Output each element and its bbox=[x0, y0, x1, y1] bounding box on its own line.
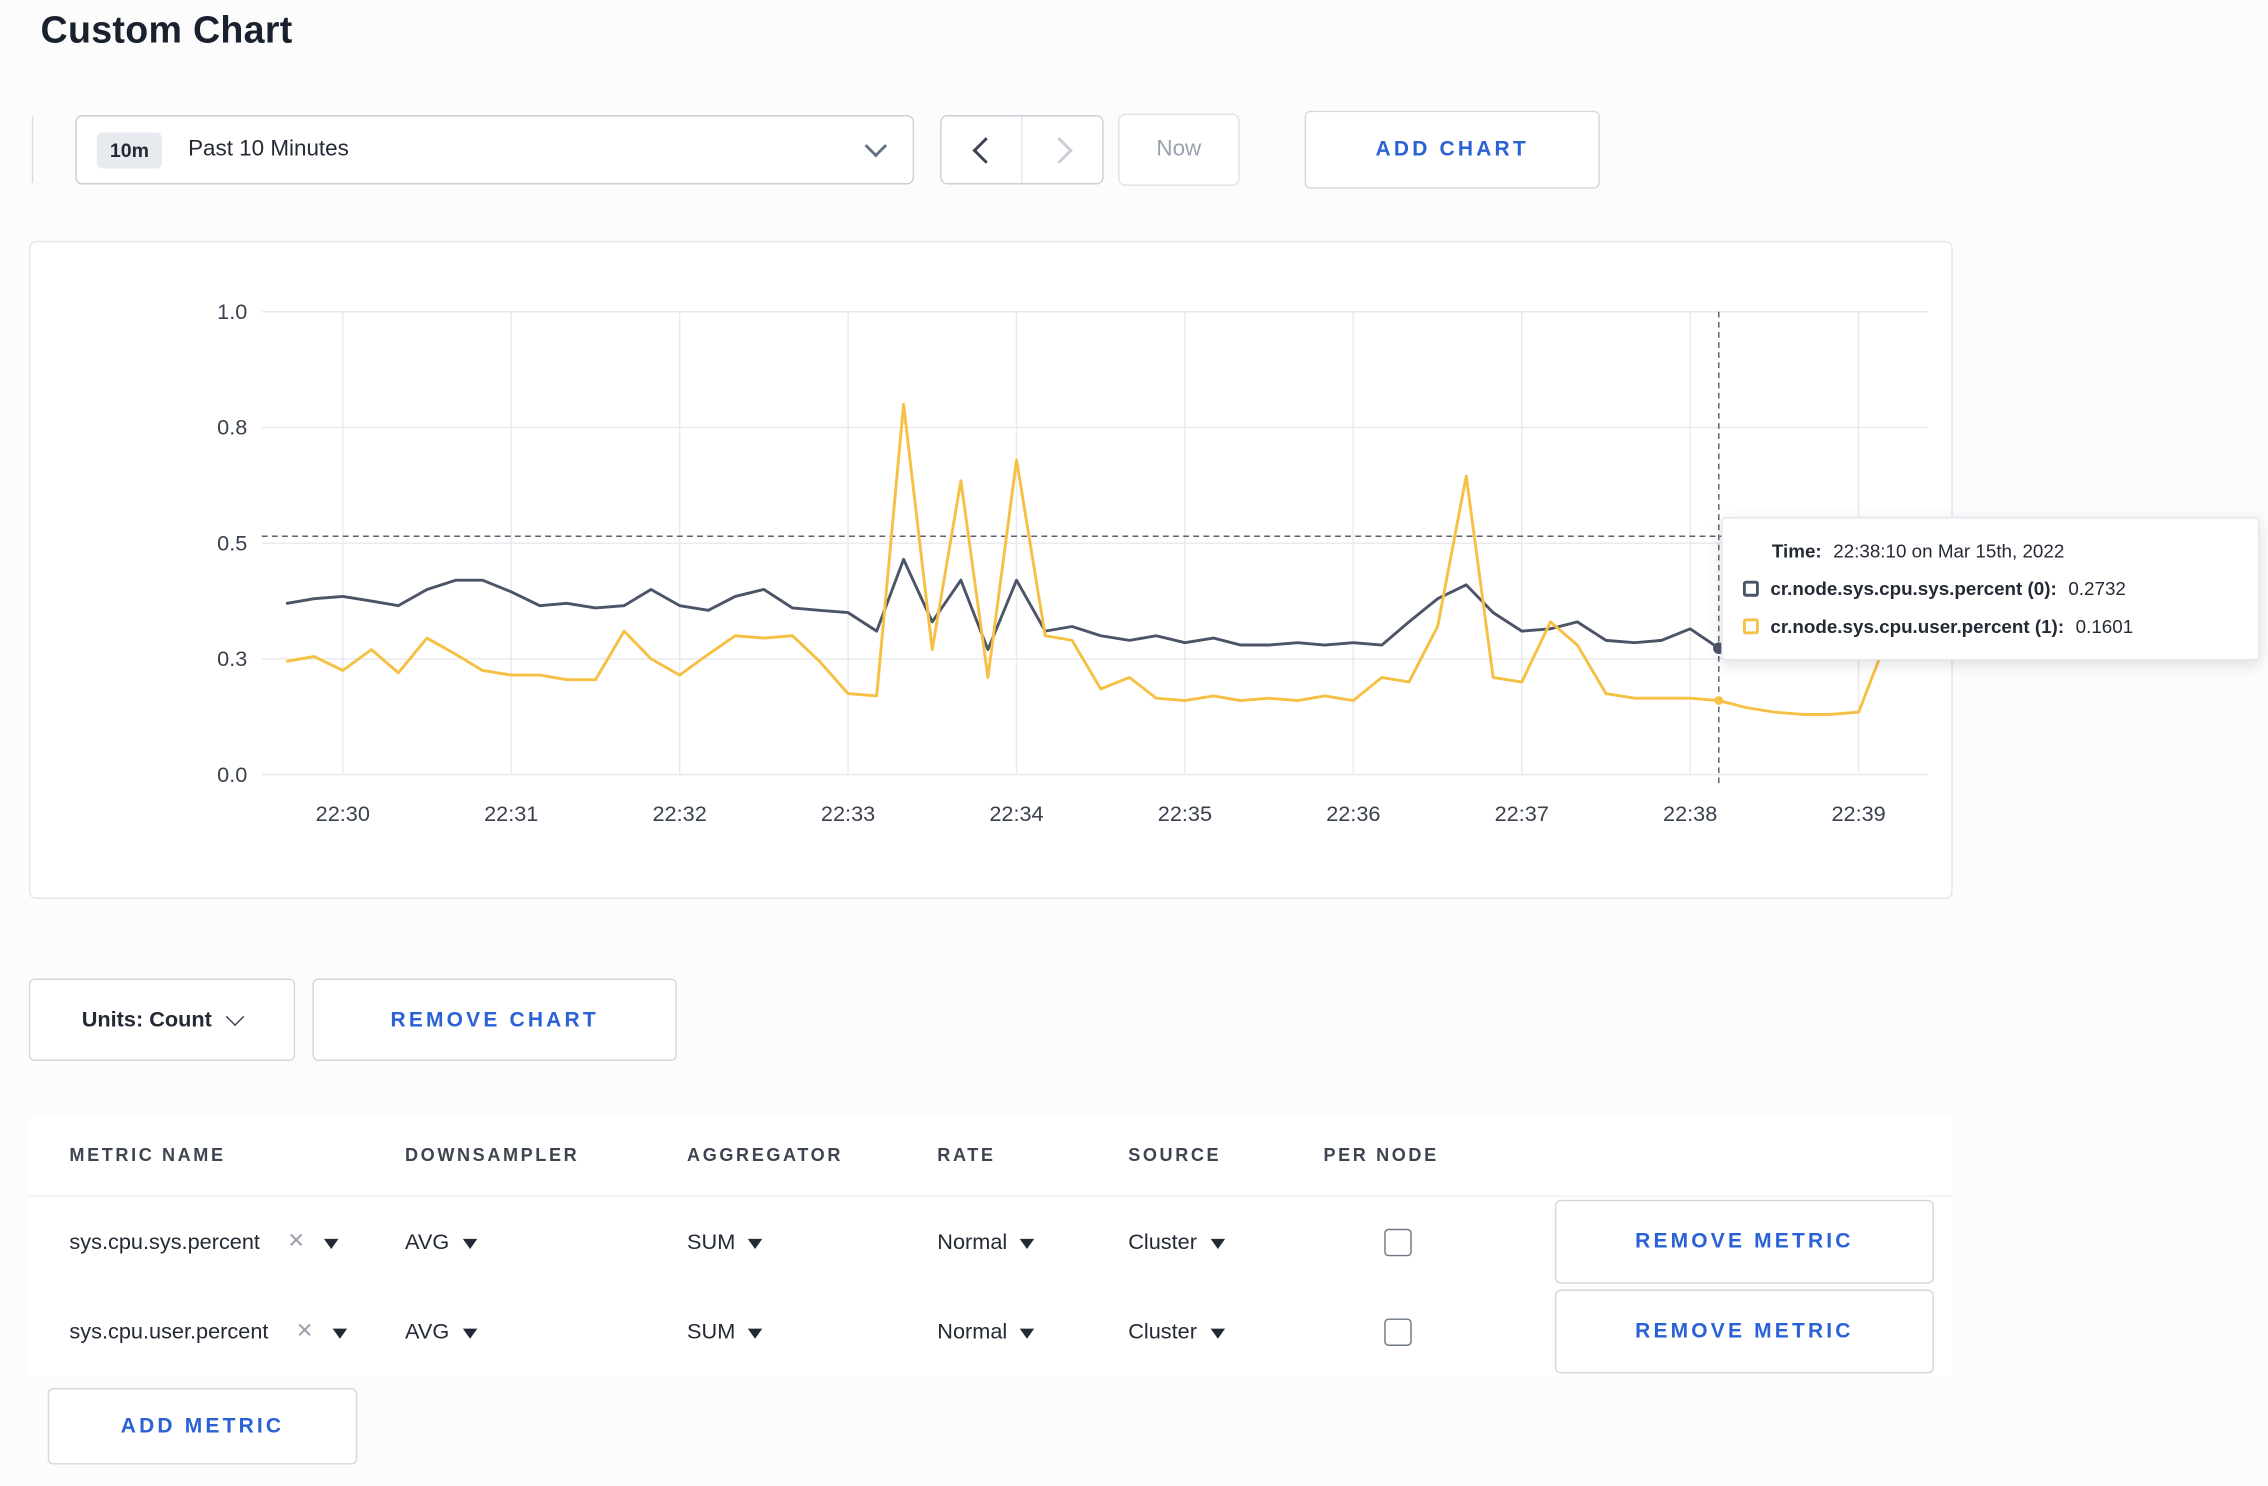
svg-text:0.8: 0.8 bbox=[217, 415, 247, 440]
add-metric-button[interactable]: ADD METRIC bbox=[47, 1387, 358, 1465]
metric-name: sys.cpu.sys.percent bbox=[69, 1229, 260, 1255]
tooltip-time-value: 22:38:10 on Mar 15th, 2022 bbox=[1833, 540, 2065, 562]
units-label: Units: Count bbox=[81, 1007, 212, 1033]
col-header-per-node: PER NODE bbox=[1323, 1144, 1439, 1166]
series-swatch-icon bbox=[1742, 618, 1759, 635]
svg-text:0.5: 0.5 bbox=[217, 530, 247, 555]
metric-name-select[interactable]: sys.cpu.sys.percent ✕ bbox=[69, 1229, 339, 1255]
metric-name: sys.cpu.user.percent bbox=[69, 1319, 269, 1344]
rate-select[interactable]: Normal bbox=[937, 1319, 1035, 1344]
svg-text:22:32: 22:32 bbox=[653, 801, 707, 826]
col-header-rate: RATE bbox=[937, 1144, 996, 1166]
aggregator-select[interactable]: SUM bbox=[687, 1319, 763, 1344]
units-dropdown[interactable]: Units: Count bbox=[28, 978, 296, 1061]
chart-panel: 0.0 0.3 0.5 0.8 1.0 22:30 22:31 22:32 22:33 22:34… bbox=[28, 240, 1953, 899]
per-node-checkbox[interactable] bbox=[1384, 1228, 1412, 1256]
chevron-right-icon bbox=[1045, 136, 1073, 164]
downsampler-select[interactable]: AVG bbox=[405, 1230, 477, 1254]
previous-range-button[interactable] bbox=[941, 116, 1023, 184]
chevron-left-icon bbox=[971, 136, 999, 164]
remove-metric-x-icon[interactable]: ✕ bbox=[296, 1320, 314, 1343]
caret-down-icon bbox=[748, 1327, 763, 1338]
aggregator-select[interactable]: SUM bbox=[687, 1230, 763, 1254]
table-row: sys.cpu.user.percent ✕ AVG SUM Normal Cl… bbox=[29, 1287, 1953, 1377]
downsampler-select[interactable]: AVG bbox=[405, 1319, 477, 1344]
chart-tooltip: Time: 22:38:10 on Mar 15th, 2022 cr.node… bbox=[1721, 517, 2260, 661]
caret-down-icon bbox=[748, 1238, 763, 1249]
chevron-down-icon bbox=[864, 134, 888, 158]
remove-metric-button[interactable]: REMOVE METRIC bbox=[1554, 1199, 1934, 1284]
tooltip-series-label: cr.node.sys.cpu.user.percent (1): bbox=[1770, 615, 2065, 638]
caret-down-icon bbox=[462, 1327, 477, 1338]
caret-down-icon bbox=[1020, 1238, 1035, 1249]
add-chart-button[interactable]: ADD CHART bbox=[1304, 110, 1600, 189]
time-step-buttons bbox=[940, 115, 1104, 185]
caret-down-icon bbox=[1209, 1238, 1225, 1249]
svg-text:22:38: 22:38 bbox=[1663, 801, 1717, 826]
remove-metric-x-icon[interactable]: ✕ bbox=[287, 1230, 305, 1253]
tooltip-series-row: cr.node.sys.cpu.user.percent (1): 0.1601 bbox=[1742, 615, 2235, 638]
timeseries-chart[interactable]: 0.0 0.3 0.5 0.8 1.0 22:30 22:31 22:32 22:33 22:34… bbox=[30, 242, 1951, 886]
caret-down-icon bbox=[1020, 1327, 1035, 1338]
svg-text:22:39: 22:39 bbox=[1831, 801, 1885, 826]
svg-text:0.3: 0.3 bbox=[217, 646, 247, 671]
tooltip-series-value: 0.2732 bbox=[2068, 577, 2126, 600]
col-header-metric-name: METRIC NAME bbox=[69, 1144, 226, 1166]
time-range-badge: 10m bbox=[96, 131, 163, 168]
svg-text:22:31: 22:31 bbox=[484, 801, 538, 826]
time-range-selector[interactable]: 10m Past 10 Minutes bbox=[75, 115, 915, 185]
metrics-table-header: METRIC NAME DOWNSAMPLER AGGREGATOR RATE … bbox=[28, 1115, 1953, 1197]
rate-select[interactable]: Normal bbox=[937, 1230, 1035, 1254]
svg-text:22:33: 22:33 bbox=[821, 801, 875, 826]
tooltip-series-row: cr.node.sys.cpu.sys.percent (0): 0.2732 bbox=[1742, 577, 2235, 600]
chevron-down-icon bbox=[226, 1007, 245, 1027]
svg-text:22:34: 22:34 bbox=[989, 801, 1043, 826]
caret-down-icon bbox=[462, 1238, 477, 1249]
table-row: sys.cpu.sys.percent ✕ AVG SUM Normal Clu… bbox=[29, 1197, 1953, 1287]
svg-text:22:36: 22:36 bbox=[1326, 801, 1380, 826]
col-header-downsampler: DOWNSAMPLER bbox=[404, 1144, 580, 1166]
per-node-checkbox[interactable] bbox=[1384, 1317, 1412, 1346]
col-header-aggregator: AGGREGATOR bbox=[687, 1144, 844, 1166]
caret-down-icon bbox=[1209, 1327, 1225, 1338]
col-header-source: SOURCE bbox=[1128, 1144, 1222, 1166]
svg-text:22:37: 22:37 bbox=[1495, 801, 1549, 826]
series-swatch-icon bbox=[1742, 580, 1759, 597]
tooltip-series-label: cr.node.sys.cpu.sys.percent (0): bbox=[1770, 577, 2057, 600]
source-select[interactable]: Cluster bbox=[1128, 1230, 1225, 1254]
tooltip-time-row: Time: 22:38:10 on Mar 15th, 2022 bbox=[1743, 540, 2235, 562]
svg-text:1.0: 1.0 bbox=[217, 299, 247, 324]
time-range-label: Past 10 Minutes bbox=[188, 136, 349, 162]
toolbar: 10m Past 10 Minutes Now ADD CHART bbox=[31, 110, 2268, 189]
remove-metric-button[interactable]: REMOVE METRIC bbox=[1554, 1289, 1934, 1374]
chart-footer: Units: Count REMOVE CHART bbox=[28, 978, 2268, 1061]
custom-chart-page: Custom Chart 10m Past 10 Minutes Now ADD… bbox=[0, 8, 2268, 1486]
caret-down-icon bbox=[332, 1327, 347, 1338]
source-select[interactable]: Cluster bbox=[1128, 1319, 1225, 1344]
svg-text:22:30: 22:30 bbox=[316, 801, 370, 826]
caret-down-icon bbox=[323, 1238, 339, 1249]
toolbar-divider bbox=[31, 116, 34, 184]
now-button[interactable]: Now bbox=[1118, 113, 1240, 186]
next-range-button[interactable] bbox=[1022, 116, 1103, 184]
svg-text:0.0: 0.0 bbox=[217, 762, 247, 787]
svg-text:22:35: 22:35 bbox=[1158, 801, 1212, 826]
metrics-table: METRIC NAME DOWNSAMPLER AGGREGATOR RATE … bbox=[28, 1114, 1953, 1377]
remove-chart-button[interactable]: REMOVE CHART bbox=[312, 978, 677, 1061]
metric-name-select[interactable]: sys.cpu.user.percent ✕ bbox=[69, 1319, 347, 1344]
tooltip-series-value: 0.1601 bbox=[2075, 615, 2134, 638]
page-title: Custom Chart bbox=[40, 8, 293, 52]
tooltip-time-label: Time: bbox=[1771, 540, 1822, 562]
